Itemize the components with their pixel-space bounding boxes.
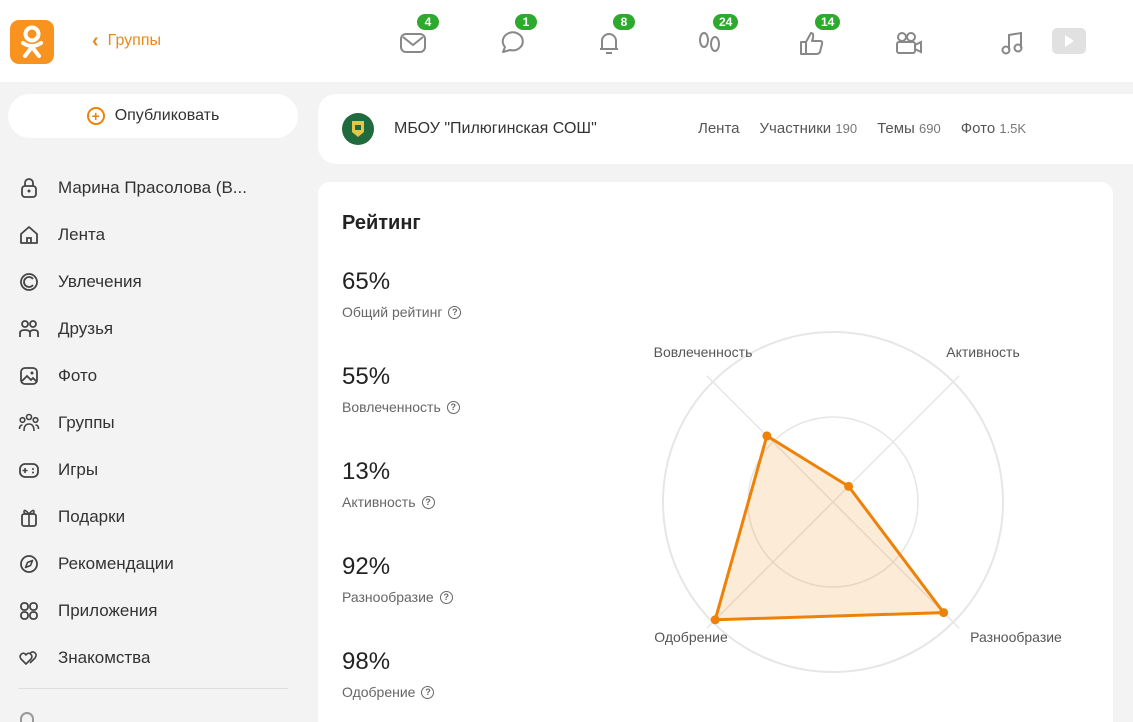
tab-photos[interactable]: Фото 1.5K [961,120,1026,137]
sidebar-item-hobbies[interactable]: Увлечения [18,258,298,305]
radar-axis-line [832,375,960,503]
group-name[interactable]: МБОУ "Пилюгинская СОШ" [394,120,597,138]
play-icon [1065,35,1074,47]
friends-icon [19,319,39,337]
tab-topics[interactable]: Темы 690 [877,120,941,137]
music-note-icon [1001,31,1023,55]
events-button[interactable]: 14 [795,12,843,60]
plus-circle-icon: + [86,107,105,125]
messages-button[interactable]: 4 [397,12,441,60]
chevron-left-icon: ‹ [92,30,99,52]
radar-data-point [844,481,854,491]
sidebar-item-games[interactable]: Игры [18,446,298,493]
topics-count: 690 [919,121,941,136]
sidebar-item-profile[interactable]: Марина Прасолова (В... [18,164,298,211]
photo-icon [20,366,38,385]
hearts-icon [19,650,37,665]
discussions-button[interactable]: 1 [495,12,539,60]
thumbs-up-icon [800,32,824,55]
guests-button[interactable]: 24 [693,12,741,60]
radar-axis-label: Разнообразие [970,629,1062,645]
chat-bubble-icon [501,31,524,53]
messages-badge: 4 [415,12,441,32]
sidebar-item-recommendations[interactable]: Рекомендации [18,540,298,587]
guests-badge: 24 [711,12,741,32]
sidebar-item-apps[interactable]: Приложения [18,587,298,634]
group-avatar[interactable] [342,113,374,145]
members-count: 190 [835,121,858,136]
radar-axis-label: Вовлеченность [654,344,753,360]
apps-icon [20,601,38,620]
sidebar-divider [18,688,288,689]
sidebar-item-photo[interactable]: Фото [18,352,298,399]
photos-count: 1.5K [999,121,1027,136]
events-badge: 14 [813,12,843,32]
ok-logo-icon[interactable] [10,20,54,64]
hobby-icon [20,272,38,291]
user-icon [21,177,37,198]
radar-chart: Активность Разнообразие Одобрение Вовлеченн… [654,331,1062,673]
sidebar-item-gifts[interactable]: Подарки [18,493,298,540]
groups-icon [18,413,40,431]
sidebar-item-groups[interactable]: Группы [18,399,298,446]
radar-data-point [762,431,772,441]
notifications-button[interactable]: 8 [593,12,637,60]
compass-icon [20,554,38,573]
bell-icon [600,33,618,54]
sidebar-item-friends[interactable]: Друзья [18,305,298,352]
school-emblem-icon [352,121,364,137]
sidebar-item-feed[interactable]: Лента [18,211,298,258]
discussions-badge: 1 [513,12,539,32]
back-label: Группы [107,32,161,49]
sidebar-nav: Марина Прасолова (В... Лента Увлечения Д… [18,164,298,681]
publish-label: Опубликовать [114,107,220,124]
footprints-icon [699,32,720,52]
radar-data-point [939,608,949,618]
sidebar-item-dating[interactable]: Знакомства [18,634,298,681]
music-button[interactable] [996,26,1030,60]
tab-feed[interactable]: Лента [698,120,740,137]
group-header: МБОУ "Пилюгинская СОШ" Лента Участники 1… [318,94,1133,164]
sidebar-next-item-icon [20,712,34,722]
video-calls-button[interactable] [892,26,926,60]
top-bar: ‹ Группы 4 1 8 24 14 [0,0,1133,82]
radar-axis-label: Активность [946,344,1020,360]
envelope-icon [400,33,426,53]
publish-button[interactable]: + Опубликовать [8,94,298,138]
video-camera-icon [896,32,922,54]
back-to-groups-link[interactable]: ‹ Группы [92,30,161,52]
video-button[interactable] [1052,28,1086,54]
notifications-badge: 8 [611,12,637,32]
home-icon [20,225,38,244]
rating-card: Рейтинг 65% Общий рейтинг? 55% Вовлеченн… [318,182,1113,722]
radar-data-point [710,615,720,625]
group-tabs: Лента Участники 190 Темы 690 Фото 1.5K [698,120,1026,137]
gamepad-icon [19,462,39,478]
tab-members[interactable]: Участники 190 [760,120,858,137]
gift-icon [21,509,37,527]
radar-axis-label: Одобрение [654,629,728,645]
